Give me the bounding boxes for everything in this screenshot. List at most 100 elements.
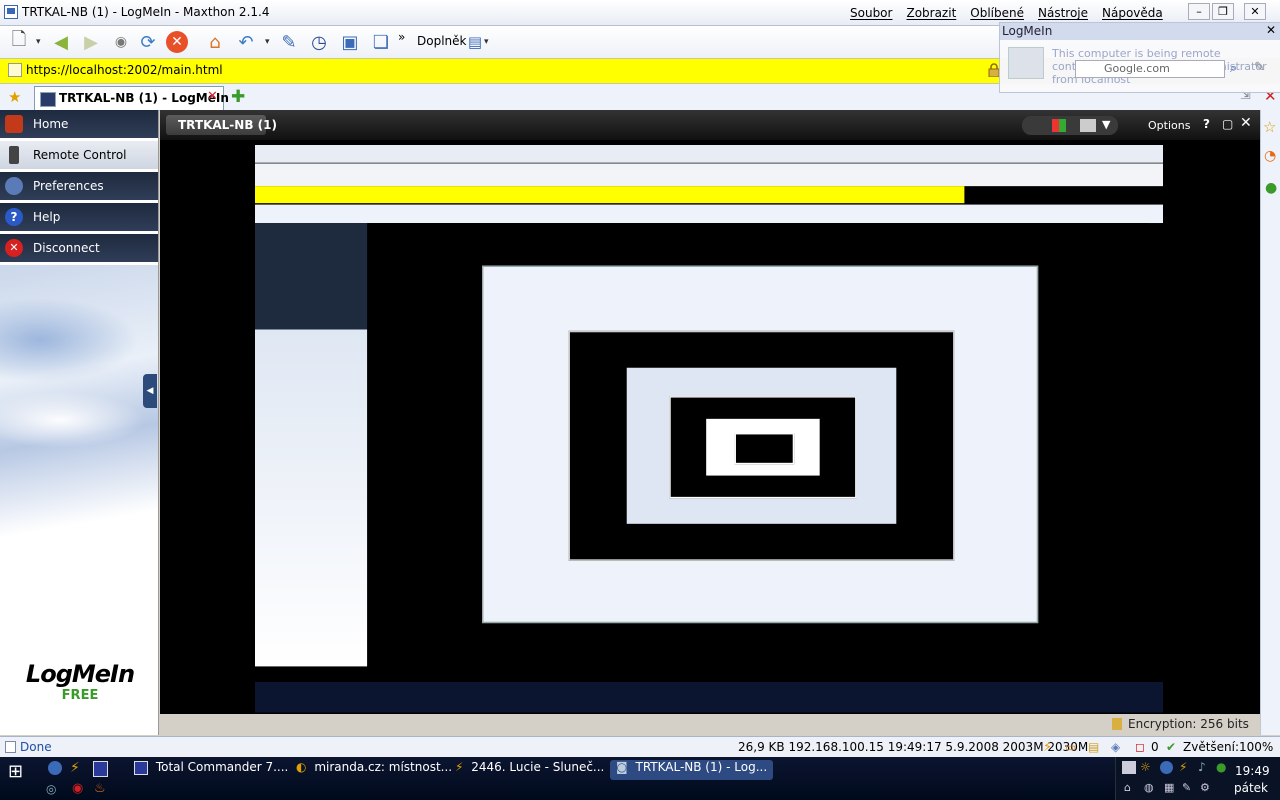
sidebar-item-label: Disconnect [33,241,100,255]
taskbar: ⊞ ⚡ ◎ ◉ ♨ Total Commander 7.... ◐ mirand… [0,757,1280,800]
window-icon[interactable]: ▣ [337,29,363,55]
minimize-button[interactable]: – [1188,3,1210,20]
task-label: miranda.cz: místnost... [314,760,453,774]
sidebar-item-preferences[interactable]: Preferences [0,172,158,203]
remote-address-bar [255,186,965,204]
undo-icon[interactable]: ↶ [233,29,259,55]
maximize-icon[interactable]: ▢ [1222,117,1233,131]
notification-close-icon[interactable]: ✕ [1266,23,1276,37]
zoom-icon[interactable]: ✔ [1166,740,1180,754]
tray-volume-icon[interactable]: ♪ [1198,760,1206,774]
back-icon[interactable]: ◀ [48,29,74,55]
task-logmein[interactable]: ◙ TRTKAL-NB (1) - Log... [610,760,774,780]
tab-close-icon[interactable]: ✕ [207,89,218,104]
disconnect-icon: ✕ [5,239,23,257]
start-button-icon[interactable]: ⊞ [8,761,23,782]
new-tab-icon[interactable]: 🗋 [6,29,32,55]
tray-app-icon[interactable]: ☼ [1140,760,1151,774]
remote-control-icon [9,146,19,164]
chevron-down-icon[interactable]: ▾ [484,37,489,47]
quicklaunch-browser-icon[interactable] [48,761,62,775]
pen-icon[interactable]: ✎ [1254,60,1265,75]
folder-icon[interactable]: ▭ [1065,740,1079,754]
nested-screen-2 [568,330,955,561]
quicklaunch-network-icon[interactable]: ◎ [46,782,56,796]
tray-device-icon[interactable]: ▦ [1164,781,1174,794]
user-icon[interactable]: ● [1265,180,1277,196]
more-chevron-icon[interactable]: » [398,30,405,44]
menu-napoveda[interactable]: Nápověda [1102,6,1163,20]
color-mode-icon[interactable] [1052,119,1066,132]
remote-title-bar [255,145,1163,163]
tray-network-icon[interactable]: ⌂ [1124,781,1131,794]
tab-logmein[interactable]: TRTKAL-NB (1) - LogMeIn ✕ [34,86,229,110]
menu-nastroje[interactable]: Nástroje [1038,6,1088,20]
sidebar-collapse-handle[interactable]: ◀ [143,374,157,408]
tray-lightning-icon[interactable]: ⚡ [1179,760,1187,774]
remote-toolbar [255,163,1163,187]
tray-status-icon[interactable]: ● [1216,760,1226,774]
sidebar-item-disconnect[interactable]: ✕ Disconnect [0,234,158,265]
remote-main [368,223,1149,667]
sidebar-item-remote-control[interactable]: Remote Control [0,141,158,172]
favorites-icon[interactable]: ☆ [1263,118,1276,136]
tray-browser-icon[interactable] [1160,761,1173,774]
screen-icon[interactable] [1080,119,1096,132]
side-tool-column: ☆ ◔ ● [1260,110,1280,735]
home-icon[interactable]: ⌂ [202,29,228,55]
split-window-icon[interactable]: ❏ [368,29,394,55]
layer-icon[interactable]: ◈ [1111,740,1125,754]
tray-misc-icon[interactable]: ✎ [1182,781,1191,794]
home-icon [5,115,23,133]
close-window-button[interactable]: ✕ [1244,3,1266,20]
task-total-commander[interactable]: Total Commander 7.... [134,760,288,780]
menu-soubor[interactable]: Soubor [850,6,892,20]
zoom-level[interactable]: Zvětšení:100% [1183,740,1273,754]
menu-zobrazit[interactable]: Zobrazit [906,6,956,20]
options-button[interactable]: Options [1148,119,1190,132]
lightning-icon[interactable]: ⚡ [1043,740,1057,755]
new-tab-plus-icon[interactable]: ✚ [231,87,245,107]
task-lucie[interactable]: ⚡ 2446. Lucie - Sluneč... [455,760,604,780]
clock-icon[interactable]: ◷ [306,29,332,55]
page-icon [8,63,22,77]
remote-tab-bar [255,204,1163,224]
chevron-down-icon[interactable]: ▼ [1102,118,1110,131]
nested-screen-1 [482,265,1039,624]
task-miranda[interactable]: ◐ miranda.cz: místnost... [296,760,452,780]
quicklaunch-firefox-icon[interactable]: ♨ [94,781,106,796]
help-button[interactable]: ? [1203,117,1210,131]
chevron-down-icon[interactable]: ▾ [36,37,41,47]
archive-icon[interactable]: ▤ [1088,740,1102,754]
forward-icon[interactable]: ▶ [78,29,104,55]
favorites-star-icon[interactable]: ★ [8,88,21,106]
remote-screen[interactable] [255,145,1163,713]
address-input[interactable]: https://localhost:2002/main.html [26,63,223,77]
tray-monitor-icon[interactable] [1122,761,1136,774]
total-commander-icon [134,760,148,775]
rss-icon[interactable]: ◔ [1264,148,1276,164]
menu-oblibene[interactable]: Oblíbené [970,6,1024,20]
tray-sync-icon[interactable]: ⚙ [1200,781,1210,794]
encryption-status: Encryption: 256 bits [1128,717,1249,731]
address-bar[interactable]: https://localhost:2002/main.html [0,58,1000,84]
chevron-down-icon[interactable]: ▾ [265,37,270,47]
quicklaunch-lightning-icon[interactable]: ⚡ [70,760,80,776]
clock-time[interactable]: 19:49 [1235,764,1270,778]
close-icon[interactable]: ✕ [1240,115,1252,131]
stop-icon[interactable]: ✕ [166,31,188,53]
popup-blocker-icon[interactable]: ◻ [1135,740,1149,754]
restore-button[interactable]: ❐ [1212,3,1234,20]
history-dropdown-icon[interactable]: ◉ [108,29,134,55]
sidebar-item-home[interactable]: Home [0,110,158,141]
search-input[interactable]: Google.com [1075,60,1225,78]
sidebar-item-help[interactable]: ? Help [0,203,158,234]
search-icon[interactable]: ⌕ [1230,61,1237,76]
quicklaunch-opera-icon[interactable]: ◉ [72,781,83,796]
quicklaunch-app-icon[interactable] [93,761,108,777]
addons-button[interactable]: Doplněk [417,34,466,48]
tools-icon[interactable]: ✎ [276,29,302,55]
maxthon-icon: ◙ [616,760,628,774]
tray-security-icon[interactable]: ◍ [1144,781,1154,794]
refresh-icon[interactable]: ⟳ [135,29,161,55]
